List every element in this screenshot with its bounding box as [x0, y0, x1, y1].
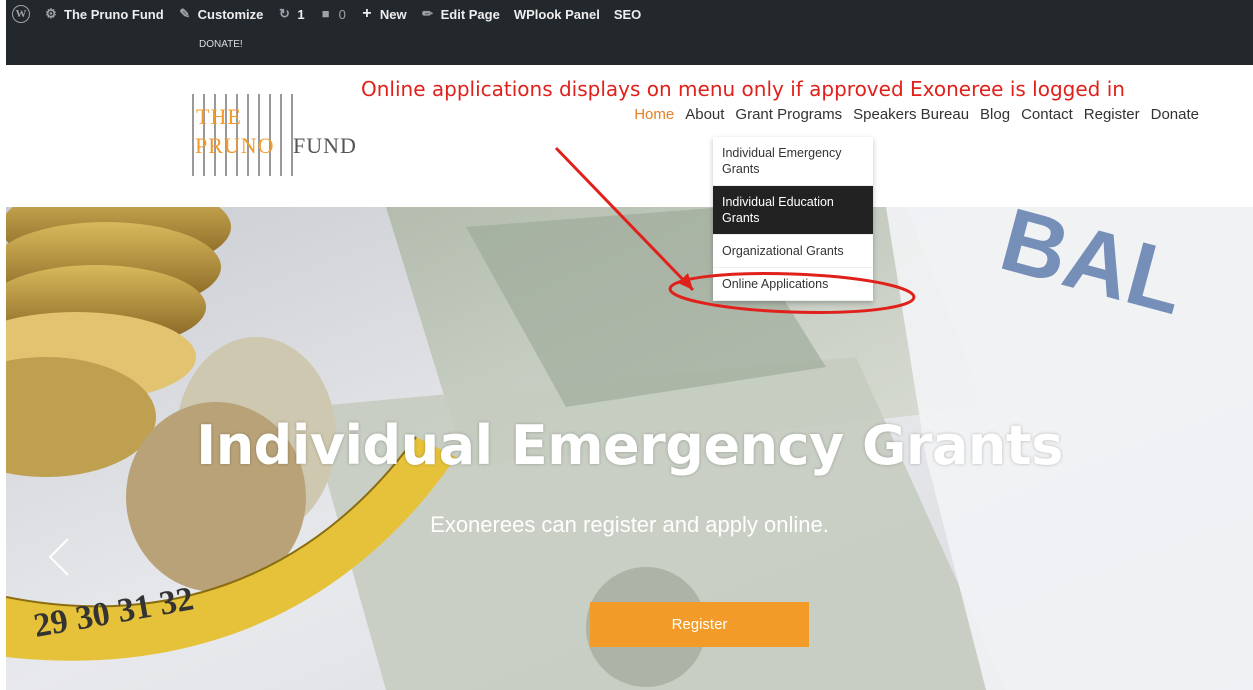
- admin-updates-count: 1: [297, 6, 305, 22]
- nav-item-grant-programs[interactable]: Grant Programs: [735, 106, 842, 123]
- admin-updates-link[interactable]: ↻ 1: [277, 6, 305, 22]
- admin-edit-page-label: Edit Page: [440, 6, 500, 22]
- comment-icon: ■: [321, 6, 330, 21]
- logo-text-fund: FUND: [293, 133, 357, 158]
- admin-edit-page-link[interactable]: ✏ Edit Page: [421, 7, 500, 22]
- logo-text-pruno: PRUNO: [195, 133, 275, 158]
- slider-prev-arrow-icon[interactable]: [46, 537, 76, 577]
- nav-item-contact[interactable]: Contact: [1021, 106, 1073, 123]
- admin-new-link[interactable]: + New: [360, 5, 407, 22]
- nav-item-register[interactable]: Register: [1084, 106, 1140, 123]
- nav-item-blog[interactable]: Blog: [980, 106, 1010, 123]
- hero-slider: BAL 29 30 31 32 Individual Emergency Gra…: [6, 207, 1253, 690]
- main-nav: Home About Grant Programs Speakers Burea…: [634, 106, 1199, 123]
- admin-donate-link[interactable]: DONATE!: [199, 39, 243, 50]
- admin-site-link[interactable]: ⚙ The Pruno Fund: [44, 6, 164, 22]
- wordpress-logo-icon[interactable]: W: [12, 5, 30, 23]
- submenu-item-individual-education-grants[interactable]: Individual Education Grants: [713, 186, 873, 235]
- submenu-item-online-applications[interactable]: Online Applications: [713, 268, 873, 301]
- annotation-note: Online applications displays on menu onl…: [361, 77, 1125, 101]
- admin-new-label: New: [379, 6, 407, 22]
- admin-customize-link[interactable]: ✎ Customize: [178, 6, 264, 22]
- nav-item-donate[interactable]: Donate: [1151, 106, 1199, 123]
- dashboard-icon: ⚙: [45, 6, 57, 21]
- submenu-item-individual-emergency-grants[interactable]: Individual Emergency Grants: [713, 137, 873, 186]
- site-header: THE PRUNO FUND Online applications displ…: [6, 65, 1253, 207]
- logo-text-the: THE: [196, 104, 242, 129]
- admin-seo-link[interactable]: SEO: [614, 7, 641, 22]
- hero-title: Individual Emergency Grants: [196, 414, 1063, 477]
- site-logo[interactable]: THE PRUNO FUND: [192, 94, 372, 176]
- admin-customize-label: Customize: [197, 6, 264, 22]
- submenu-item-organizational-grants[interactable]: Organizational Grants: [713, 235, 873, 268]
- nav-item-about[interactable]: About: [685, 106, 724, 123]
- pencil-icon: ✏: [422, 6, 434, 21]
- hero-register-button[interactable]: Register: [590, 602, 809, 647]
- admin-wplook-panel-link[interactable]: WPlook Panel: [514, 7, 600, 22]
- admin-comments-link[interactable]: ■ 0: [319, 7, 346, 22]
- hero-subtitle: Exonerees can register and apply online.: [430, 512, 829, 537]
- plus-icon: +: [362, 5, 372, 22]
- nav-item-speakers-bureau[interactable]: Speakers Bureau: [853, 106, 969, 123]
- brush-icon: ✎: [179, 6, 191, 21]
- refresh-icon: ↻: [278, 6, 290, 21]
- grant-programs-submenu: Individual Emergency Grants Individual E…: [713, 137, 873, 301]
- admin-comments-count: 0: [338, 6, 346, 22]
- nav-item-home[interactable]: Home: [634, 106, 674, 123]
- admin-bar: W ⚙ The Pruno Fund ✎ Customize ↻ 1 ■ 0 +…: [6, 0, 1253, 65]
- admin-site-name: The Pruno Fund: [64, 6, 164, 22]
